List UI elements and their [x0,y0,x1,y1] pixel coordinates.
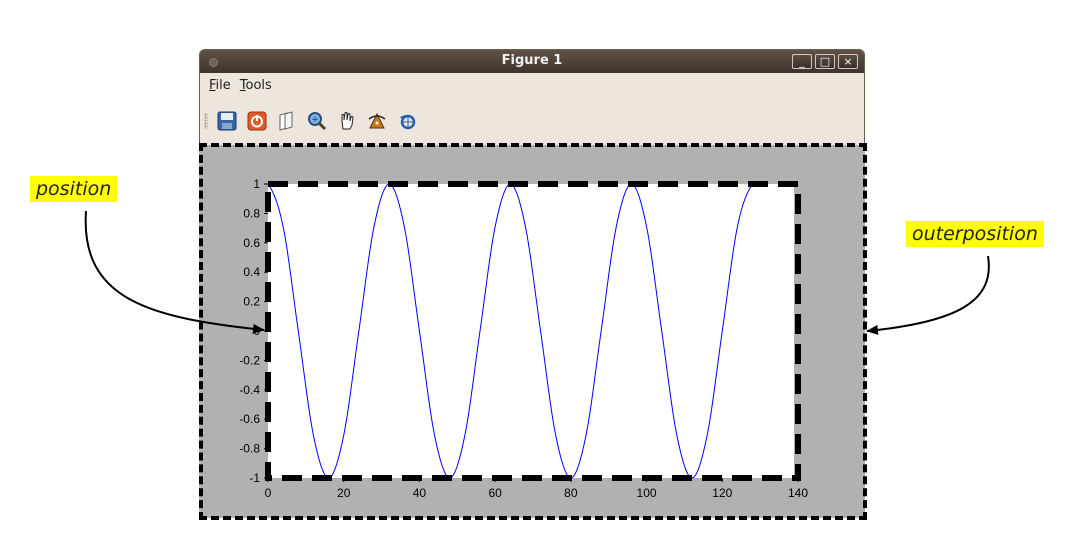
x-tick-label: 40 [413,486,427,500]
outerposition-arrow [866,255,990,335]
y-tick-label: -0.8 [239,442,260,456]
y-tick-label: 0.8 [243,206,260,220]
x-tick-label: 60 [488,486,502,500]
y-tick-label: -1 [249,471,260,485]
x-tick-label: 100 [637,486,657,500]
position-label: position [30,176,118,202]
position-arrow [84,210,265,334]
axes-background[interactable] [268,184,794,478]
y-tick-label: -0.2 [239,353,260,367]
y-tick-label: -0.6 [239,412,260,426]
x-tick-label: 0 [265,486,272,500]
y-tick-label: 0.2 [243,295,260,309]
y-tick-label: 0.4 [243,265,260,279]
y-tick-label: 1 [253,177,260,191]
y-tick-label: 0.6 [243,236,260,250]
y-tick-label: 0 [253,324,260,338]
outerposition-label: outerposition [906,221,1044,247]
x-tick-label: 80 [564,486,578,500]
y-tick-label: -0.4 [239,383,260,397]
plot-svg: 1 0.8 0.6 0.4 0.2 0 -0.2 -0.4 -0.6 -0.8 -1 0 20 40 60 8… [84,177,990,500]
x-tick-label: 20 [337,486,351,500]
x-tick-label: 120 [712,486,732,500]
x-tick-label: 140 [788,486,808,500]
